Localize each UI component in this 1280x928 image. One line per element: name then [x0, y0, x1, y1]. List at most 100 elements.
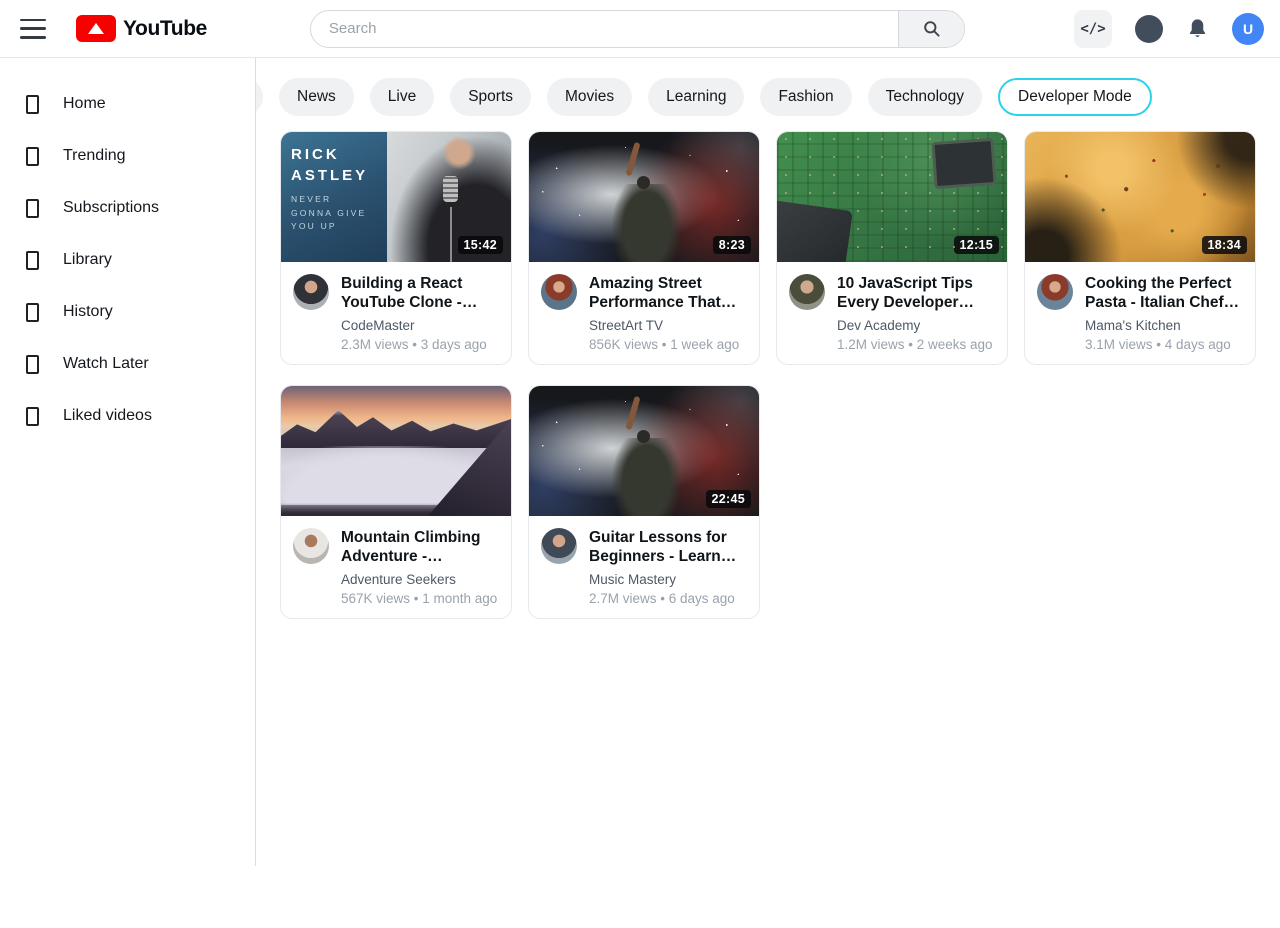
thumbnail-art — [612, 438, 681, 516]
video-thumbnail[interactable]: 12:15 — [777, 132, 1007, 262]
channel-name[interactable]: CodeMaster — [341, 318, 499, 333]
video-meta: 856K views • 1 week ago — [589, 337, 747, 352]
video-duration-badge: 8:23 — [713, 236, 751, 254]
channel-avatar[interactable] — [293, 274, 329, 310]
youtube-logo[interactable]: YouTube — [76, 15, 207, 42]
sidebar-item-library[interactable]: Library — [0, 238, 255, 282]
video-duration-badge: 22:45 — [706, 490, 751, 508]
sidebar-item-liked-videos[interactable]: Liked videos — [0, 394, 255, 438]
channel-avatar[interactable] — [541, 274, 577, 310]
thumbnail-art — [612, 184, 681, 262]
menu-icon[interactable] — [20, 19, 46, 39]
video-card[interactable]: 22:45 Guitar Lessons for Beginners - Lea… — [528, 385, 760, 619]
video-thumbnail[interactable]: RICK ASTLEY NEVER GONNA GIVE YOU UP 15:4… — [281, 132, 511, 262]
channel-avatar[interactable] — [293, 528, 329, 564]
logo-text: YouTube — [123, 17, 207, 41]
video-card[interactable]: 8:23 Amazing Street Performance That W… … — [528, 131, 760, 365]
app-header: YouTube </> U — [0, 0, 1280, 58]
video-card[interactable]: 25:18 Mountain Climbing Adventure - Reac… — [280, 385, 512, 619]
chip-learning[interactable]: Learning — [648, 78, 744, 116]
chip-news[interactable]: News — [279, 78, 354, 116]
video-grid: RICK ASTLEY NEVER GONNA GIVE YOU UP 15:4… — [256, 131, 1280, 619]
channel-name[interactable]: Adventure Seekers — [341, 572, 499, 587]
video-title[interactable]: 10 JavaScript Tips Every Developer… — [837, 275, 995, 313]
sidebar-label: Trending — [63, 147, 126, 165]
sidebar-label: Home — [63, 95, 106, 113]
video-meta: 567K views • 1 month ago — [341, 591, 499, 606]
history-icon — [26, 303, 39, 322]
video-duration-badge: 18:34 — [1202, 236, 1247, 254]
video-title[interactable]: Guitar Lessons for Beginners - Learn Yo… — [589, 529, 747, 567]
sidebar-label: Watch Later — [63, 355, 149, 373]
video-thumbnail[interactable]: 25:18 — [281, 386, 511, 516]
sidebar: Home Trending Subscriptions Library Hist… — [0, 58, 256, 866]
chip-live[interactable]: Live — [370, 78, 434, 116]
sidebar-label: Library — [63, 251, 112, 269]
category-chip-bar: News Live Sports Movies Learning Fashion… — [256, 58, 1280, 131]
video-thumbnail[interactable]: 18:34 — [1025, 132, 1255, 262]
main-content: News Live Sports Movies Learning Fashion… — [256, 58, 1280, 619]
video-card[interactable]: 18:34 Cooking the Perfect Pasta - Italia… — [1024, 131, 1256, 365]
channel-name[interactable]: StreetArt TV — [589, 318, 747, 333]
video-meta: 3.1M views • 4 days ago — [1085, 337, 1243, 352]
chip-fashion[interactable]: Fashion — [760, 78, 851, 116]
chip-technology[interactable]: Technology — [868, 78, 982, 116]
liked-videos-icon — [26, 407, 39, 426]
sidebar-item-watch-later[interactable]: Watch Later — [0, 342, 255, 386]
channel-name[interactable]: Music Mastery — [589, 572, 747, 587]
video-thumbnail[interactable]: 8:23 — [529, 132, 759, 262]
watch-later-icon — [26, 355, 39, 374]
search-button[interactable] — [898, 11, 964, 47]
video-meta: 1.2M views • 2 weeks ago — [837, 337, 995, 352]
chip-movies[interactable]: Movies — [547, 78, 632, 116]
sidebar-item-subscriptions[interactable]: Subscriptions — [0, 186, 255, 230]
sidebar-label: History — [63, 303, 113, 321]
channel-avatar[interactable] — [789, 274, 825, 310]
search-icon — [922, 19, 941, 38]
channel-avatar[interactable] — [1037, 274, 1073, 310]
thumbnail-subtitle-text: NEVER GONNA GIVE YOU UP — [291, 193, 377, 234]
notifications-bell-icon[interactable] — [1186, 17, 1209, 40]
search-input[interactable] — [311, 11, 898, 47]
thumbnail-art — [281, 404, 511, 448]
video-title[interactable]: Cooking the Perfect Pasta - Italian Chef… — [1085, 275, 1243, 313]
video-title[interactable]: Building a React YouTube Clone -… — [341, 275, 499, 313]
play-badge-icon — [76, 15, 116, 42]
create-video-icon[interactable] — [1135, 15, 1163, 43]
video-duration-badge: 15:42 — [458, 236, 503, 254]
thumbnail-art — [626, 142, 641, 176]
sidebar-label: Subscriptions — [63, 199, 159, 217]
sidebar-item-home[interactable]: Home — [0, 82, 255, 126]
thumbnail-art — [932, 138, 997, 189]
subscriptions-icon — [26, 199, 39, 218]
video-title[interactable]: Amazing Street Performance That W… — [589, 275, 747, 313]
thumbnail-text-panel: RICK ASTLEY NEVER GONNA GIVE YOU UP — [281, 132, 387, 262]
header-actions: </> U — [1074, 10, 1264, 48]
channel-name[interactable]: Dev Academy — [837, 318, 995, 333]
video-title[interactable]: Mountain Climbing Adventure - Reachin… — [341, 529, 499, 567]
chip-partial[interactable] — [256, 78, 263, 116]
chip-sports[interactable]: Sports — [450, 78, 531, 116]
trending-icon — [26, 147, 39, 166]
video-card[interactable]: RICK ASTLEY NEVER GONNA GIVE YOU UP 15:4… — [280, 131, 512, 365]
search-bar — [310, 10, 965, 48]
channel-avatar[interactable] — [541, 528, 577, 564]
thumbnail-title-text: RICK ASTLEY — [291, 144, 377, 186]
home-icon — [26, 95, 39, 114]
chip-developer-mode[interactable]: Developer Mode — [998, 78, 1152, 116]
video-meta: 2.7M views • 6 days ago — [589, 591, 747, 606]
video-meta: 2.3M views • 3 days ago — [341, 337, 499, 352]
thumbnail-art — [626, 396, 641, 430]
video-card[interactable]: 12:15 10 JavaScript Tips Every Developer… — [776, 131, 1008, 365]
sidebar-item-history[interactable]: History — [0, 290, 255, 334]
library-icon — [26, 251, 39, 270]
thumbnail-art — [637, 430, 650, 443]
channel-name[interactable]: Mama's Kitchen — [1085, 318, 1243, 333]
profile-avatar[interactable]: U — [1232, 13, 1264, 45]
sidebar-label: Liked videos — [63, 407, 152, 425]
video-thumbnail[interactable]: 22:45 — [529, 386, 759, 516]
thumbnail-art — [777, 199, 853, 262]
sidebar-item-trending[interactable]: Trending — [0, 134, 255, 178]
developer-code-icon[interactable]: </> — [1074, 10, 1112, 48]
video-duration-badge: 12:15 — [954, 236, 999, 254]
